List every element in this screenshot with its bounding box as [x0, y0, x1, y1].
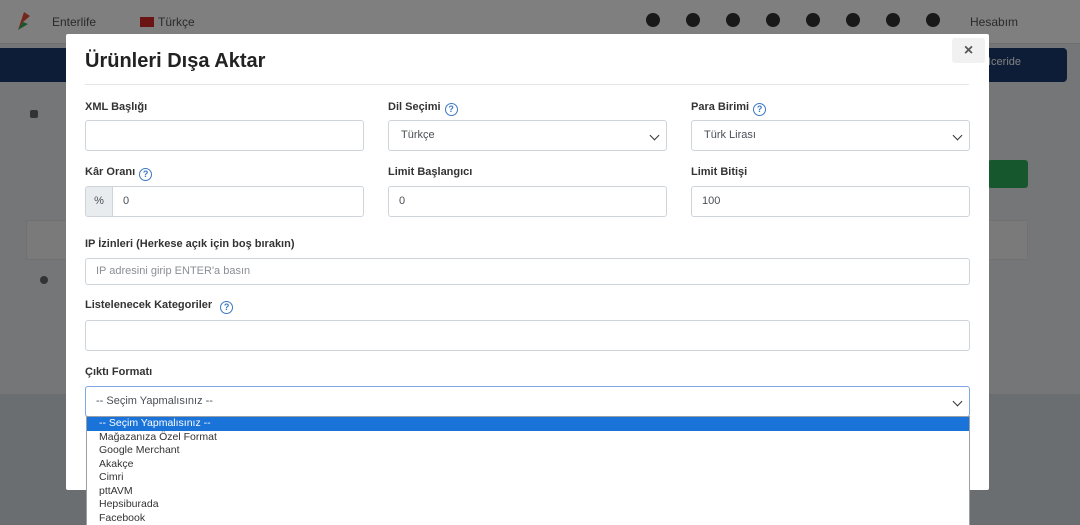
profit-rate-input[interactable]: 0	[112, 186, 364, 217]
output-format-select[interactable]: -- Seçim Yapmalısınız --	[85, 386, 970, 417]
dropdown-option[interactable]: Mağazanıza Özel Format	[87, 431, 969, 445]
categories-input[interactable]	[85, 320, 970, 351]
output-format-dropdown-list: -- Seçim Yapmalısınız -- Mağazanıza Özel…	[86, 416, 970, 525]
dropdown-option[interactable]: Cimri	[87, 471, 969, 485]
dropdown-option[interactable]: Facebook	[87, 512, 969, 525]
dropdown-option[interactable]: pttAVM	[87, 485, 969, 499]
output-format-label: Çıktı Formatı	[85, 366, 153, 378]
categories-label: Listelenecek Kategoriler?	[85, 299, 234, 314]
dropdown-option[interactable]: -- Seçim Yapmalısınız --	[87, 417, 969, 431]
close-button[interactable]: ×	[952, 38, 985, 63]
profit-rate-label: Kâr Oranı?	[85, 166, 153, 181]
dropdown-option[interactable]: Akakçe	[87, 458, 969, 472]
categories-label-text: Listelenecek Kategoriler	[85, 299, 213, 311]
modal-title: Ürünleri Dışa Aktar	[85, 50, 266, 72]
modal-divider	[85, 84, 969, 85]
limit-start-input[interactable]: 0	[388, 186, 667, 217]
currency-label-text: Para Birimi	[691, 101, 750, 113]
profit-rate-label-text: Kâr Oranı	[85, 166, 136, 178]
limit-start-label: Limit Başlangıcı	[388, 166, 473, 178]
help-icon[interactable]: ?	[753, 103, 767, 116]
help-icon[interactable]: ?	[139, 168, 153, 181]
language-select-value: Türkçe	[401, 129, 435, 141]
language-label-text: Dil Seçimi	[388, 101, 441, 113]
chevron-down-icon	[952, 130, 963, 141]
ip-permissions-input[interactable]: IP adresini girip ENTER'a basın	[85, 258, 970, 285]
dropdown-option[interactable]: Google Merchant	[87, 444, 969, 458]
currency-select-value: Türk Lirası	[704, 129, 756, 141]
xml-title-label: XML Başlığı	[85, 101, 148, 113]
ip-permissions-label: IP İzinleri (Herkese açık için boş bırak…	[85, 238, 295, 250]
chevron-down-icon	[649, 130, 660, 141]
currency-select[interactable]: Türk Lirası	[691, 120, 970, 151]
percent-addon: %	[85, 186, 113, 217]
chevron-down-icon	[952, 396, 963, 407]
limit-end-input[interactable]: 100	[691, 186, 970, 217]
limit-end-label: Limit Bitişi	[691, 166, 748, 178]
help-icon[interactable]: ?	[444, 103, 458, 116]
help-icon[interactable]: ?	[220, 301, 234, 314]
xml-title-input[interactable]	[85, 120, 364, 151]
currency-label: Para Birimi?	[691, 101, 767, 116]
dropdown-option[interactable]: Hepsiburada	[87, 498, 969, 512]
language-label: Dil Seçimi?	[388, 101, 458, 116]
language-select[interactable]: Türkçe	[388, 120, 667, 151]
output-format-select-value: -- Seçim Yapmalısınız --	[96, 395, 213, 407]
